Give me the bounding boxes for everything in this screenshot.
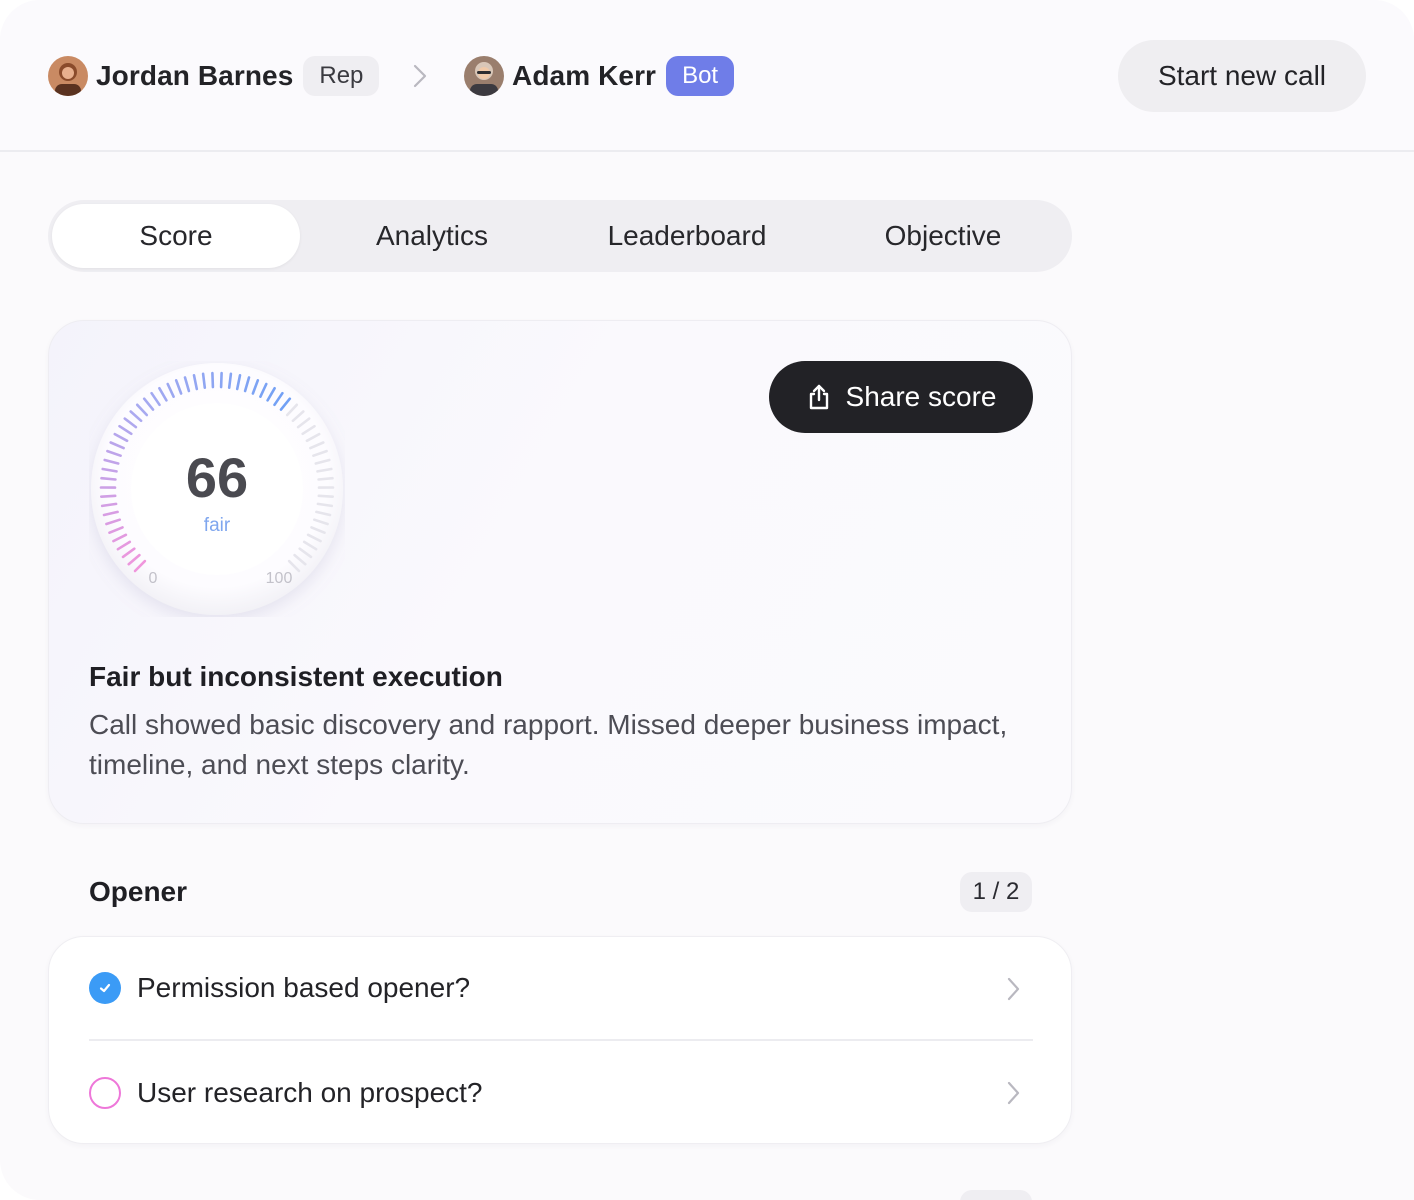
checklist-item-label: Permission based opener? — [137, 972, 471, 1003]
scale-min-label: 0 — [149, 570, 158, 587]
share-score-label: Share score — [845, 381, 997, 412]
share-score-button[interactable]: Share score — [769, 361, 1033, 433]
circle-icon — [89, 1077, 121, 1109]
score-grade: fair — [204, 515, 231, 536]
share-icon — [809, 384, 828, 410]
verdict-description: Call showed basic discovery and rapport.… — [89, 709, 1008, 780]
rep-role-badge: Rep — [303, 56, 380, 96]
checklist-item-label: User research on prospect? — [137, 1077, 483, 1108]
tab-leaderboard[interactable]: Leaderboard — [563, 204, 811, 268]
score-gauge: 66 fair 0 100 — [89, 361, 345, 617]
gauge-tick — [317, 494, 334, 498]
checklist-item[interactable]: Permission based opener? — [89, 937, 1033, 1041]
bot-participant: Adam Kerr Bot — [464, 56, 735, 96]
rep-avatar — [48, 56, 88, 96]
next-section-badge — [960, 1190, 1032, 1200]
scale-max-label: 100 — [266, 570, 293, 587]
bot-avatar — [464, 56, 504, 96]
gauge-tick — [100, 476, 117, 481]
header-bar: Jordan Barnes Rep Adam Kerr Bot Start ne… — [0, 0, 1414, 152]
bot-role-badge: Bot — [666, 56, 735, 96]
gauge-tick — [219, 371, 223, 389]
check-circle-icon — [89, 972, 121, 1004]
chevron-right-icon — [413, 64, 427, 88]
start-new-call-button[interactable]: Start new call — [1118, 40, 1366, 112]
app-window: Jordan Barnes Rep Adam Kerr Bot Start ne… — [0, 0, 1414, 1200]
gauge-tick — [201, 372, 207, 390]
score-value: 66 — [186, 446, 248, 509]
checklist-card: Permission based opener? User research o… — [48, 936, 1072, 1144]
rep-name: Jordan Barnes — [96, 60, 294, 91]
rep-participant: Jordan Barnes Rep — [48, 56, 380, 96]
verdict-title: Fair but inconsistent execution — [89, 661, 503, 692]
gauge-tick — [211, 371, 215, 389]
tab-score[interactable]: Score — [52, 204, 300, 268]
checklist-item[interactable]: User research on prospect? — [89, 1041, 1033, 1145]
section-title: Opener — [89, 876, 188, 907]
tab-analytics[interactable]: Analytics — [308, 204, 556, 268]
gauge-tick — [227, 372, 233, 390]
score-card: 66 fair 0 100 Share score Fair but incon… — [48, 320, 1072, 824]
bot-name: Adam Kerr — [512, 60, 657, 91]
section-progress-badge: 1 / 2 — [960, 872, 1032, 912]
chevron-right-icon — [1007, 1081, 1020, 1105]
chevron-right-icon — [1007, 977, 1020, 1001]
gauge-tick — [100, 494, 117, 498]
tab-bar: Score Analytics Leaderboard Objective — [48, 200, 1072, 272]
gauge-tick — [317, 476, 334, 481]
tab-objective[interactable]: Objective — [819, 204, 1067, 268]
